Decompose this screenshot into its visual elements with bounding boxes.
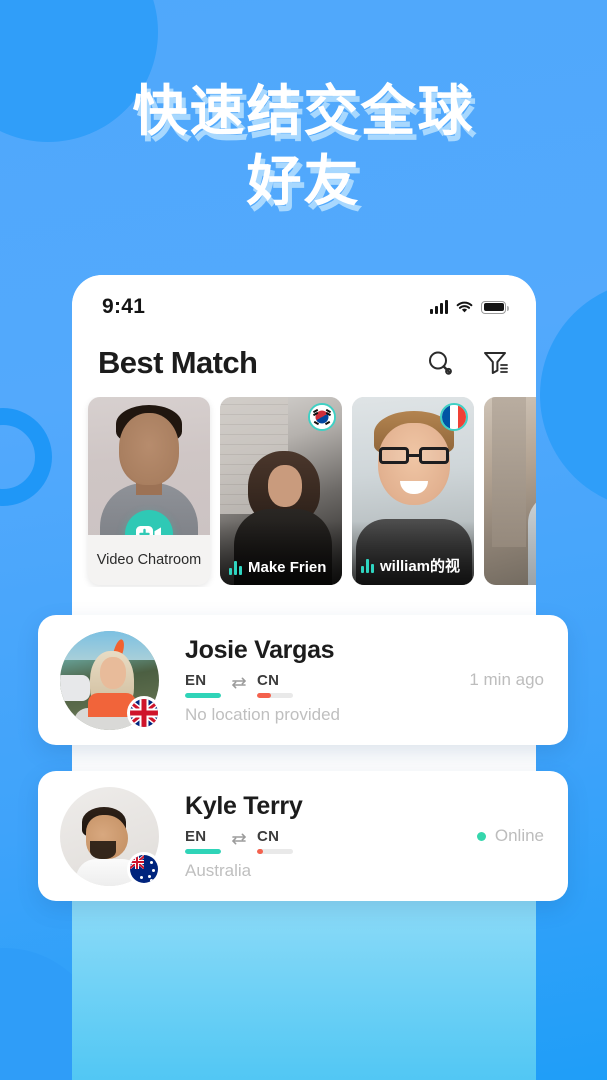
cellular-signal-icon [430, 300, 448, 314]
decorative-ring-left [0, 408, 52, 506]
status-text: 1 min ago [469, 670, 544, 689]
united-kingdom-flag [127, 695, 161, 730]
app-header: Best Match [72, 337, 536, 389]
card-footer: Video Chatroom [88, 535, 210, 585]
status-bar: 9:41 [72, 291, 536, 323]
language-pair: EN CN [185, 828, 477, 854]
decorative-circle-right [540, 280, 607, 510]
phone-screen-bottom [72, 893, 536, 1080]
card-photo [484, 397, 536, 585]
promo-screenshot: 快速结交全球 好友 9:41 Best Match Video Chatroom… [0, 0, 607, 1080]
user-name: Josie Vargas [185, 635, 335, 664]
language-to: CN [257, 828, 293, 854]
audio-wave-icon [229, 560, 242, 575]
carousel-card-william[interactable]: william的视 [352, 397, 474, 585]
page-title: Best Match [98, 345, 258, 380]
card-label-row: Make Frien [229, 559, 338, 576]
status-badge: Online [476, 826, 544, 846]
user-location: Australia [185, 860, 252, 880]
australia-flag [127, 851, 161, 886]
carousel-card-label: Video Chatroom [96, 552, 202, 568]
status-badge: 1 min ago [469, 670, 544, 690]
avatar-wrap [60, 630, 161, 730]
battery-icon [481, 300, 509, 314]
online-dot-icon [476, 831, 486, 841]
swap-vertical-icon [232, 677, 246, 688]
filter-icon[interactable] [482, 349, 510, 377]
south-korea-flag [308, 403, 336, 431]
audio-wave-icon [361, 558, 374, 573]
match-info: Josie Vargas EN CN No location provided [159, 636, 469, 725]
match-info: Kyle Terry EN CN Australia [159, 792, 477, 881]
header-actions [426, 349, 510, 377]
carousel-card-make-friends[interactable]: Make Frien [220, 397, 342, 585]
carousel-card-next[interactable] [484, 397, 536, 585]
carousel-card-label: william的视 [380, 558, 461, 575]
user-name: Kyle Terry [185, 791, 303, 820]
user-location: No location provided [185, 704, 340, 724]
swap-vertical-icon [232, 833, 246, 844]
status-bar-clock: 9:41 [102, 295, 146, 318]
wifi-icon [456, 301, 473, 313]
card-label-row: william的视 [361, 555, 470, 576]
search-icon[interactable] [426, 349, 454, 377]
language-pair: EN CN [185, 672, 469, 698]
carousel-card-video-chatroom[interactable]: Video Chatroom [88, 397, 210, 585]
match-carousel[interactable]: Video Chatroom Make Frien william的视 [72, 397, 536, 587]
carousel-card-label: Make Frien [248, 559, 327, 576]
status-text: Online [494, 826, 544, 845]
headline-line-1: 快速结交全球 [132, 80, 475, 142]
match-list-item[interactable]: Kyle Terry EN CN Australia Online [38, 771, 568, 901]
status-bar-icons [430, 300, 509, 314]
promo-headline: 快速结交全球 好友 [0, 76, 607, 216]
headline-line-2: 好友 [246, 150, 361, 212]
language-to: CN [257, 672, 293, 698]
language-from: EN [185, 828, 221, 854]
france-flag [440, 403, 468, 431]
language-from: EN [185, 672, 221, 698]
avatar-wrap [60, 786, 161, 886]
match-list-item[interactable]: Josie Vargas EN CN No location provided [38, 615, 568, 745]
